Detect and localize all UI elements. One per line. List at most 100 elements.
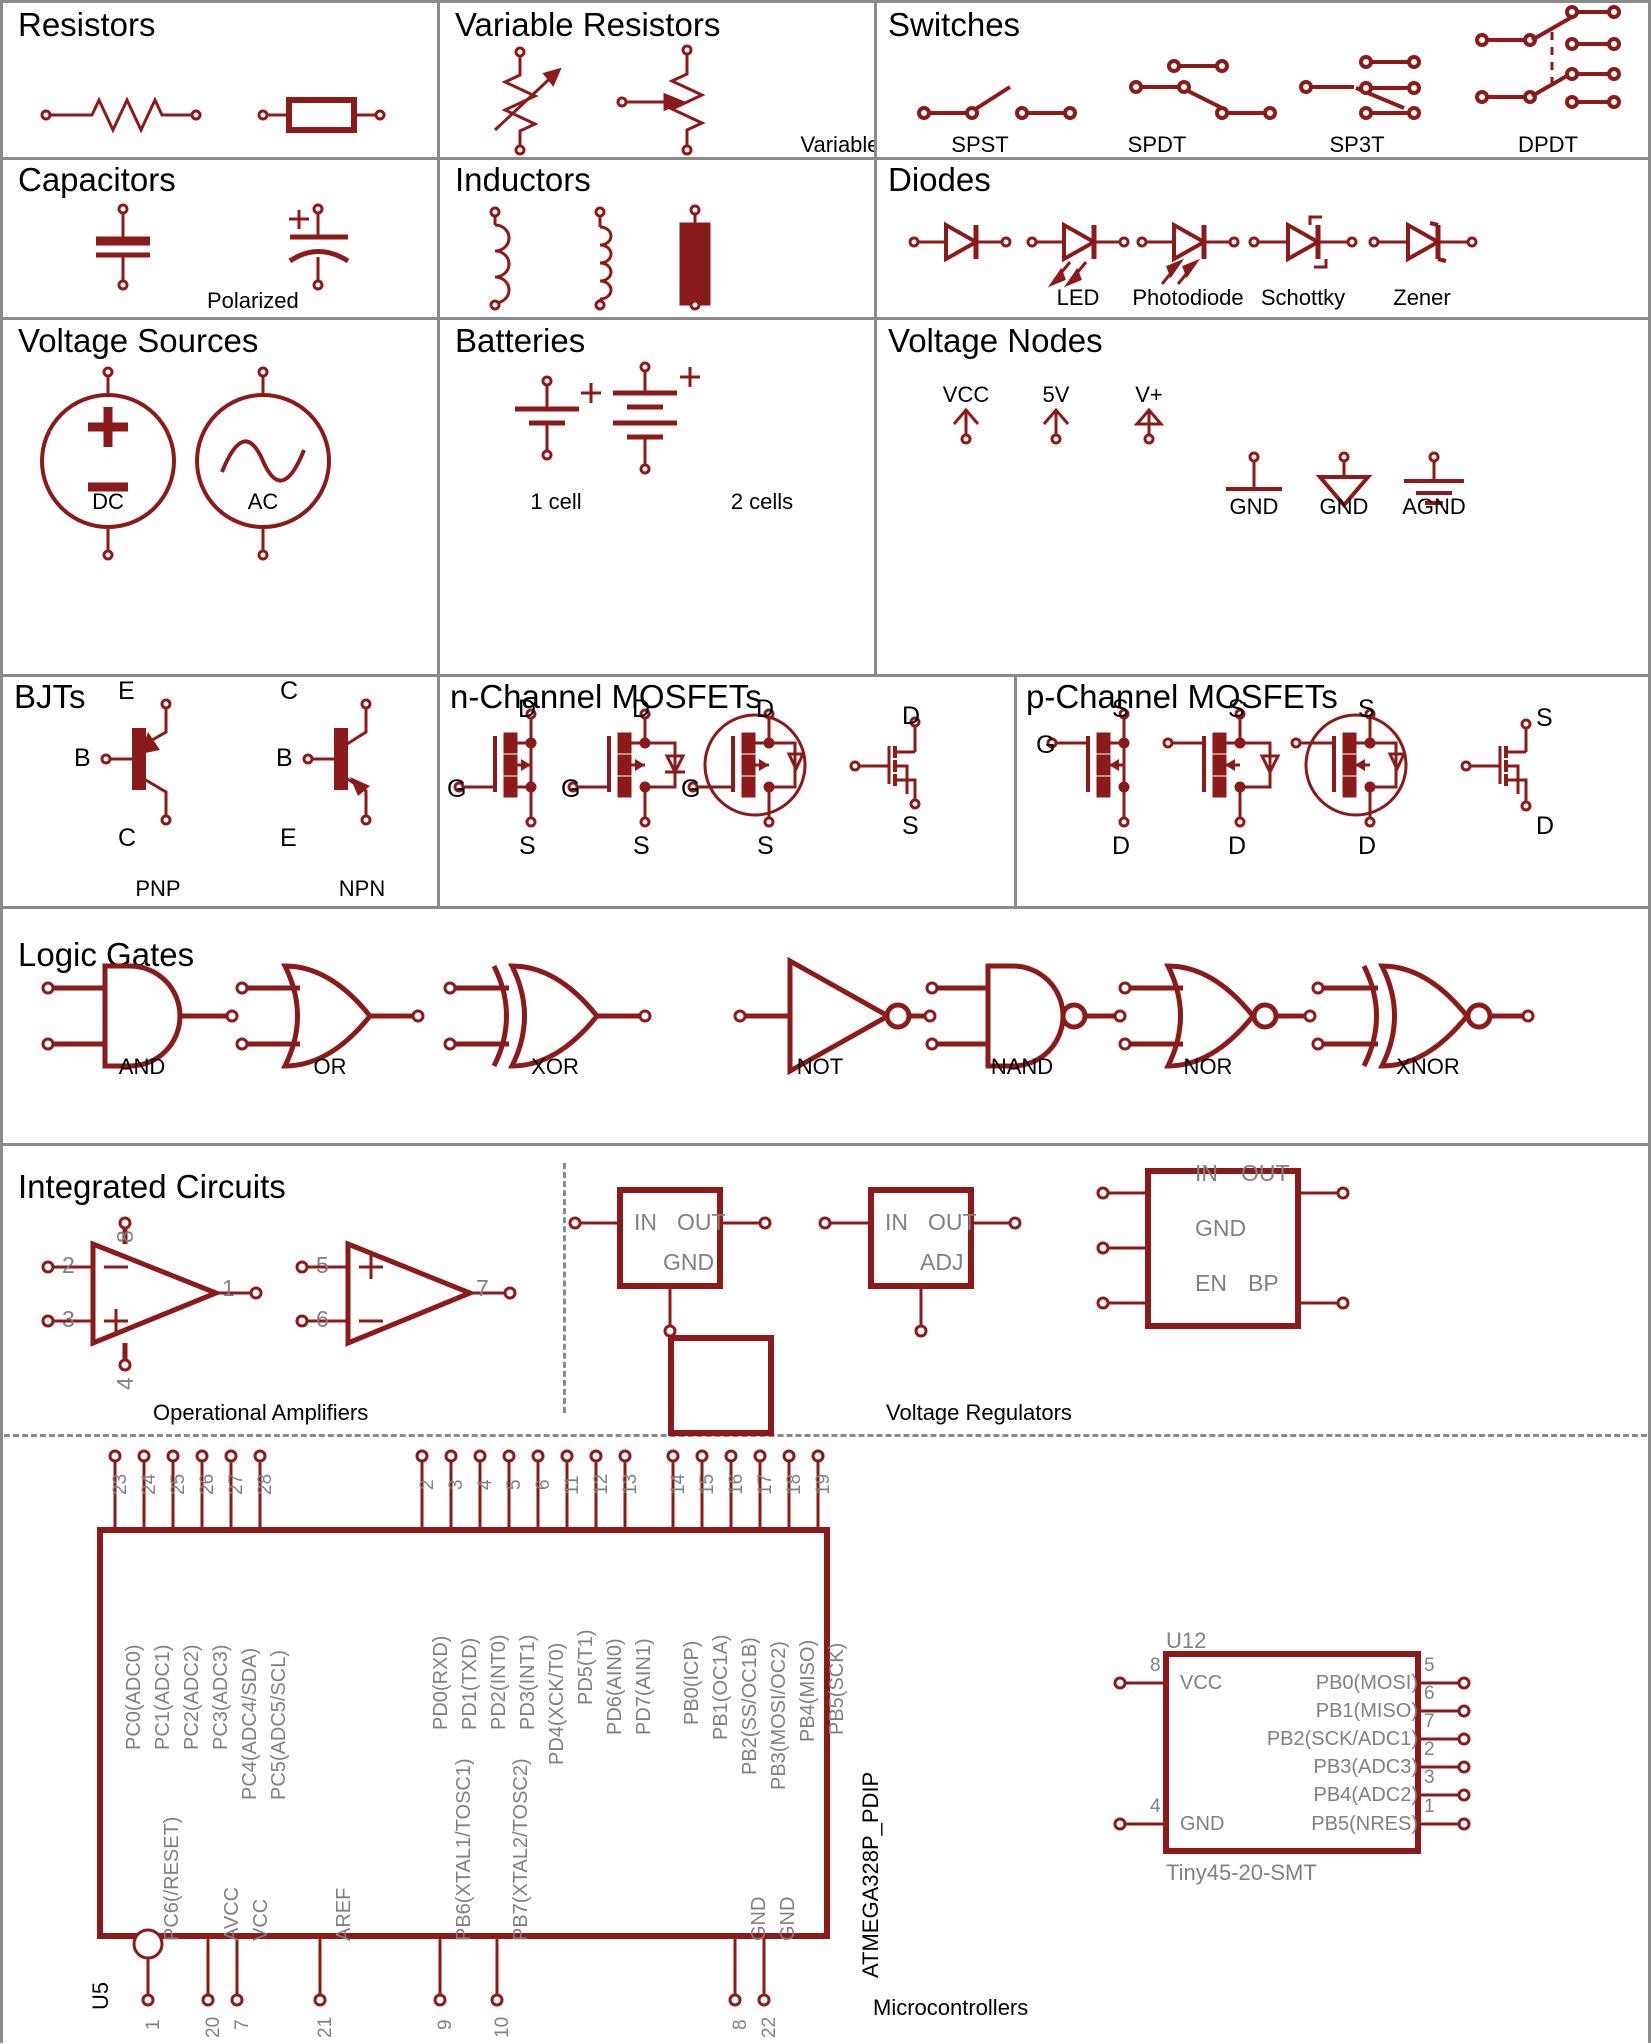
nmos4-pin-d: D	[902, 702, 921, 730]
nmos2-pin-d: D	[632, 695, 651, 723]
nmos3-pin-s: S	[757, 832, 774, 860]
bjt-pin-b-npn: B	[276, 744, 293, 772]
atmega-pinnum-16: 16	[726, 1473, 747, 1495]
nmos1-pin-g: G	[447, 775, 467, 803]
tiny45-pinnum-1: 1	[1424, 1796, 1435, 1817]
atmega-label-pb7-xtal2: PB7(XTAL2/TOSC2)	[510, 1758, 532, 1941]
opamp1-pin-4: 4	[112, 1377, 138, 1390]
atmega-pinnum-18: 18	[784, 1473, 805, 1495]
caption-pnp: PNP	[135, 876, 181, 901]
atmega-pinnum-9: 9	[435, 2019, 456, 2030]
node-label-5v: 5V	[1042, 382, 1070, 407]
atmega-pinnum-12: 12	[591, 1473, 612, 1495]
pmos-symbols	[1046, 708, 1532, 828]
nmos3-pin-d: D	[756, 695, 775, 723]
atmega-label-pc0: PC0(ADC0)	[123, 1644, 145, 1750]
bjt-pin-e-pnp: E	[118, 677, 135, 705]
atmega-label-pd3: PD3(INT1)	[517, 1634, 539, 1730]
pmos4-pin-s: S	[1536, 704, 1553, 732]
caption-variable: Variable	[800, 132, 880, 157]
opamp2-pin-6: 6	[316, 1306, 329, 1332]
atmega-label-pc4: PC4(ADC4/SDA)	[239, 1647, 261, 1800]
atmega-label-pc3: PC3(ADC3)	[210, 1644, 232, 1750]
tiny45-label-pb4: PB4(ADC2)	[1313, 1784, 1418, 1806]
pmos1-pin-d: D	[1112, 832, 1131, 860]
tiny45-pinnum-6: 6	[1424, 1683, 1435, 1704]
atmega-pinnum-26: 26	[197, 1473, 218, 1495]
opamp1-pin-3: 3	[62, 1306, 75, 1332]
reg2-label-adj: ADJ	[920, 1249, 964, 1275]
atmega-label-pd4: PD4(XCK/T0)	[546, 1642, 568, 1765]
atmega-reference-designator: U5	[88, 1981, 113, 2010]
atmega-pinnum-23: 23	[110, 1473, 131, 1495]
tiny45-pinnum-2: 2	[1424, 1739, 1435, 1760]
atmega-pinnum-3: 3	[446, 1479, 467, 1490]
bjt-symbols	[100, 698, 372, 826]
caption-photodiode: Photodiode	[1132, 285, 1244, 310]
tiny45-pinnum-4: 4	[1150, 1796, 1161, 1817]
tiny45-label-pb5: PB5(NRES)	[1311, 1813, 1418, 1835]
pmos3-pin-s: S	[1358, 695, 1375, 723]
atmega-label-pd6: PD6(AIN0)	[604, 1638, 626, 1735]
bjt-pin-c-npn: C	[280, 677, 299, 705]
tiny45-part-number: Tiny45-20-SMT	[1166, 1860, 1317, 1885]
tiny45-pinnum-3: 3	[1424, 1767, 1435, 1788]
caption-voltage-regulators: Voltage Regulators	[886, 1400, 1072, 1425]
caption-ac: AC	[247, 489, 279, 514]
nmos3-pin-g: G	[681, 775, 701, 803]
node-label-gnd-bar: GND	[1229, 494, 1279, 519]
caption-not: NOT	[796, 1054, 844, 1079]
caption-xnor: XNOR	[1396, 1054, 1460, 1079]
atmega-pinnum-24: 24	[139, 1473, 160, 1495]
atmega-label-pb2: PB2(SS/OC1B)	[739, 1637, 761, 1775]
caption-schottky: Schottky	[1260, 285, 1346, 310]
tiny45-label-gnd: GND	[1180, 1813, 1225, 1835]
pmos4-pin-d: D	[1536, 812, 1555, 840]
atmega-label-aref: AREF	[333, 1887, 355, 1941]
atmega-pinnum-7: 7	[232, 2019, 253, 2030]
caption-microcontrollers: Microcontrollers	[873, 1995, 1029, 2020]
atmega-label-pd1: PD1(TXD)	[459, 1637, 481, 1730]
reg1-label-out: OUT	[677, 1209, 726, 1235]
tiny45-label-vcc: VCC	[1180, 1672, 1223, 1694]
nmos2-pin-g: G	[561, 775, 581, 803]
atmega-pinnum-27: 27	[226, 1473, 247, 1495]
atmega-pinnum-25: 25	[168, 1473, 189, 1495]
caption-or: OR	[313, 1054, 347, 1079]
atmega-label-pd7: PD7(AIN1)	[633, 1638, 655, 1735]
caption-and: AND	[118, 1054, 166, 1079]
node-label-vplus: V+	[1135, 382, 1163, 407]
atmega-pinnum-28: 28	[255, 1473, 276, 1495]
nmos1-pin-d: D	[518, 695, 537, 723]
tiny45-label-pb3: PB3(ADC3)	[1313, 1756, 1418, 1778]
atmega-pinnum-2: 2	[417, 1479, 438, 1490]
node-label-vcc: VCC	[942, 382, 990, 407]
node-label-gnd-arrow: GND	[1319, 494, 1369, 519]
atmega-label-pc2: PC2(ADC2)	[181, 1644, 203, 1750]
caption-1cell: 1 cell	[530, 489, 582, 514]
tiny45-label-pb0: PB0(MOSI)	[1315, 1672, 1418, 1694]
node-label-agnd: AGND	[1402, 494, 1466, 519]
caption-nor: NOR	[1183, 1054, 1233, 1079]
pmos1-pin-g: G	[1036, 731, 1056, 759]
atmega-pinnum-11: 11	[562, 1475, 583, 1495]
atmega-label-pc1: PC1(ADC1)	[152, 1644, 174, 1750]
tiny45-reference-designator: U12	[1166, 1628, 1207, 1653]
atmega-pinnum-4: 4	[475, 1479, 496, 1490]
bjt-pin-e-npn: E	[280, 824, 297, 852]
pmos3-pin-d: D	[1358, 832, 1377, 860]
reg1-label-in: IN	[634, 1209, 657, 1235]
atmega-pinnum-22: 22	[759, 2016, 780, 2038]
tiny45-label-pb2: PB2(SCK/ADC1)	[1266, 1728, 1418, 1750]
tiny45-pinnum-7: 7	[1424, 1711, 1435, 1732]
atmega-pinnum-14: 14	[668, 1473, 689, 1495]
caption-nand: NAND	[990, 1054, 1054, 1079]
opamp1-pin-2: 2	[62, 1252, 75, 1278]
nmos4-pin-s: S	[902, 812, 919, 840]
reg1-label-gnd: GND	[663, 1249, 715, 1275]
opamp1-pin-8: 8	[112, 1230, 138, 1243]
atmega-label-pb3: PB3(MOSI/OC2)	[768, 1641, 790, 1790]
caption-operational-amplifiers: Operational Amplifiers	[153, 1400, 369, 1425]
tiny45-pinnum-5: 5	[1424, 1655, 1435, 1676]
atmega-label-pd5: PD5(T1)	[575, 1629, 597, 1705]
